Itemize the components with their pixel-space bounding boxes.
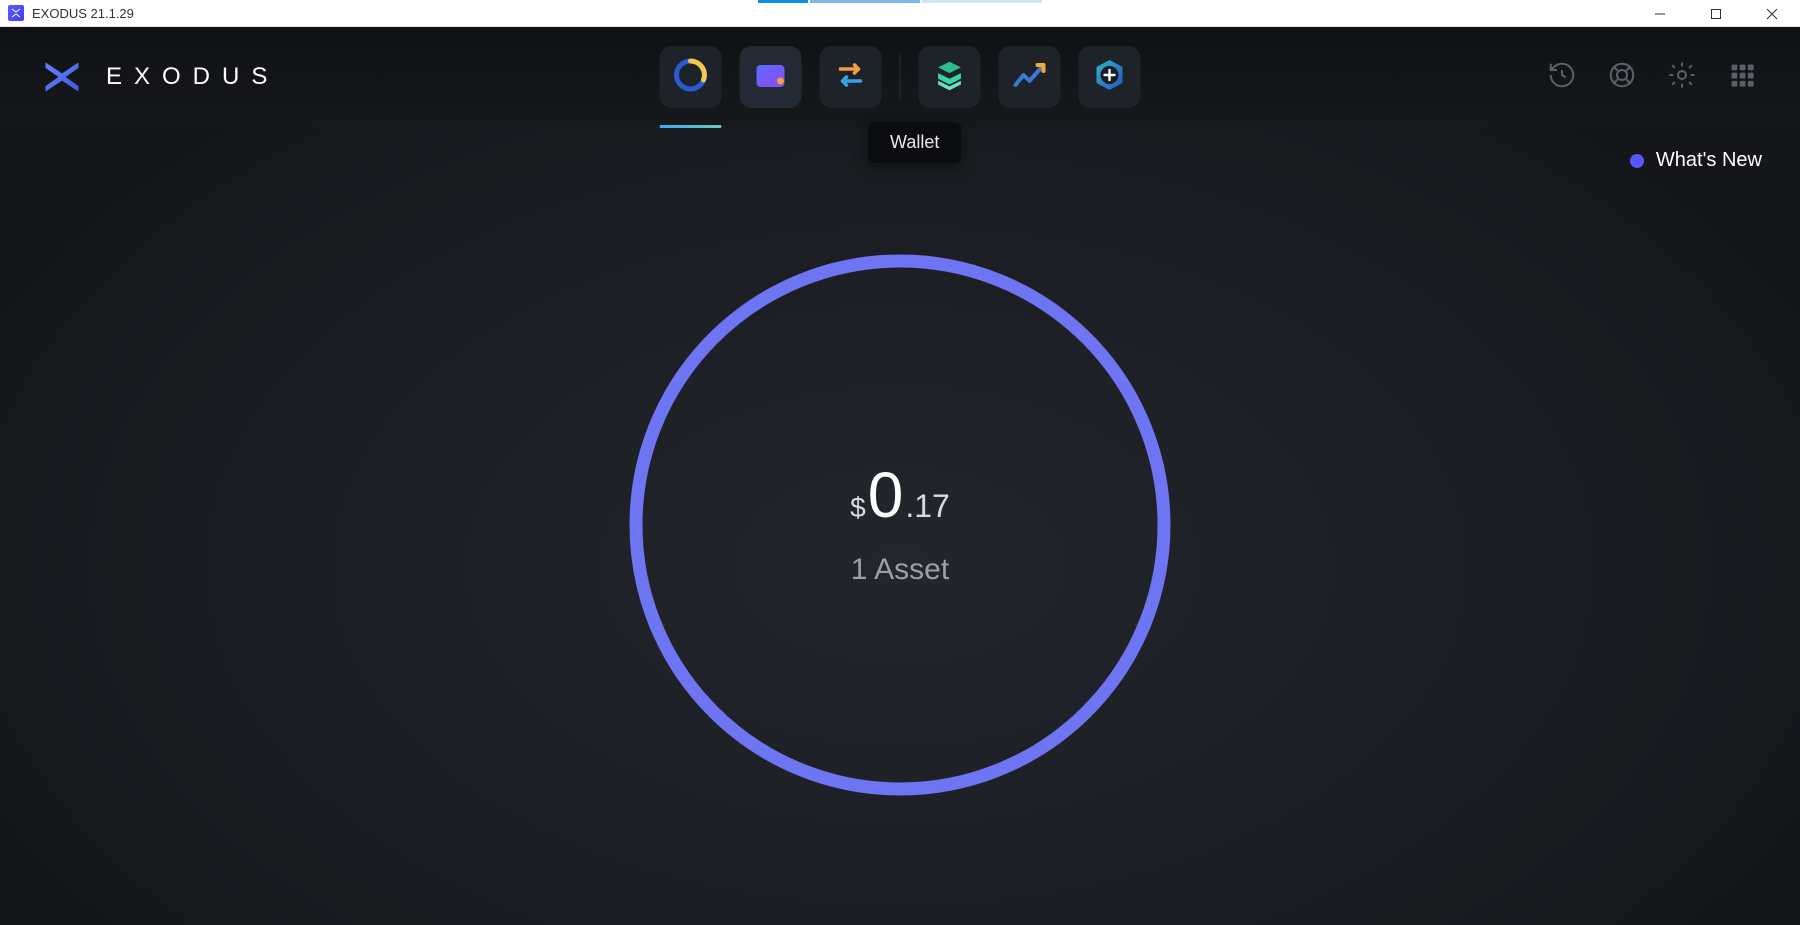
title-bar-accent <box>758 0 1042 3</box>
window-minimize-button[interactable] <box>1632 0 1688 27</box>
grid-icon <box>1728 61 1756 94</box>
history-icon <box>1547 60 1577 95</box>
apps-plus-icon <box>1090 55 1130 100</box>
gear-icon <box>1667 60 1697 95</box>
window-title-bar: EXODUS 21.1.29 <box>0 0 1800 27</box>
whats-new-link[interactable]: What's New <box>1630 149 1762 172</box>
app-header: EXODUS <box>0 27 1800 127</box>
nav-tooltip: Wallet <box>868 122 961 163</box>
nav-separator <box>900 55 901 99</box>
main-nav <box>660 46 1141 108</box>
exchange-icon <box>831 55 871 100</box>
window-title: EXODUS 21.1.29 <box>32 6 134 21</box>
app-icon <box>8 5 24 21</box>
balance-value: $ 0 .17 <box>850 463 950 527</box>
nav-apps-button[interactable] <box>1079 46 1141 108</box>
brand-logo[interactable]: EXODUS <box>40 55 279 99</box>
window-maximize-button[interactable] <box>1688 0 1744 27</box>
portfolio-ring[interactable]: $ 0 .17 1 Asset <box>622 247 1178 803</box>
nav-market-button[interactable] <box>999 46 1061 108</box>
asset-count: 1 Asset <box>851 553 949 587</box>
wallet-icon <box>751 55 791 100</box>
balance-integer: 0 <box>868 463 904 527</box>
nav-portfolio-button[interactable] <box>660 46 722 108</box>
nav-wallet-button[interactable] <box>740 46 802 108</box>
grid-button[interactable] <box>1724 59 1760 95</box>
nav-rewards-button[interactable] <box>919 46 981 108</box>
brand-name: EXODUS <box>106 63 279 91</box>
nav-exchange-button[interactable] <box>820 46 882 108</box>
lifebuoy-icon <box>1607 60 1637 95</box>
trend-icon <box>1010 55 1050 100</box>
balance-currency-symbol: $ <box>850 494 866 522</box>
donut-icon <box>671 55 711 100</box>
main-content: What's New $ 0 .17 1 Asset <box>0 127 1800 925</box>
support-button[interactable] <box>1604 59 1640 95</box>
stack-icon <box>931 56 969 99</box>
brand-mark-icon <box>40 55 84 99</box>
app-body: EXODUS <box>0 27 1800 925</box>
ring-center: $ 0 .17 1 Asset <box>622 247 1178 803</box>
whats-new-label: What's New <box>1656 149 1762 172</box>
balance-decimal: .17 <box>905 490 949 522</box>
window-close-button[interactable] <box>1744 0 1800 27</box>
settings-button[interactable] <box>1664 59 1700 95</box>
whats-new-dot-icon <box>1630 154 1644 168</box>
history-button[interactable] <box>1544 59 1580 95</box>
